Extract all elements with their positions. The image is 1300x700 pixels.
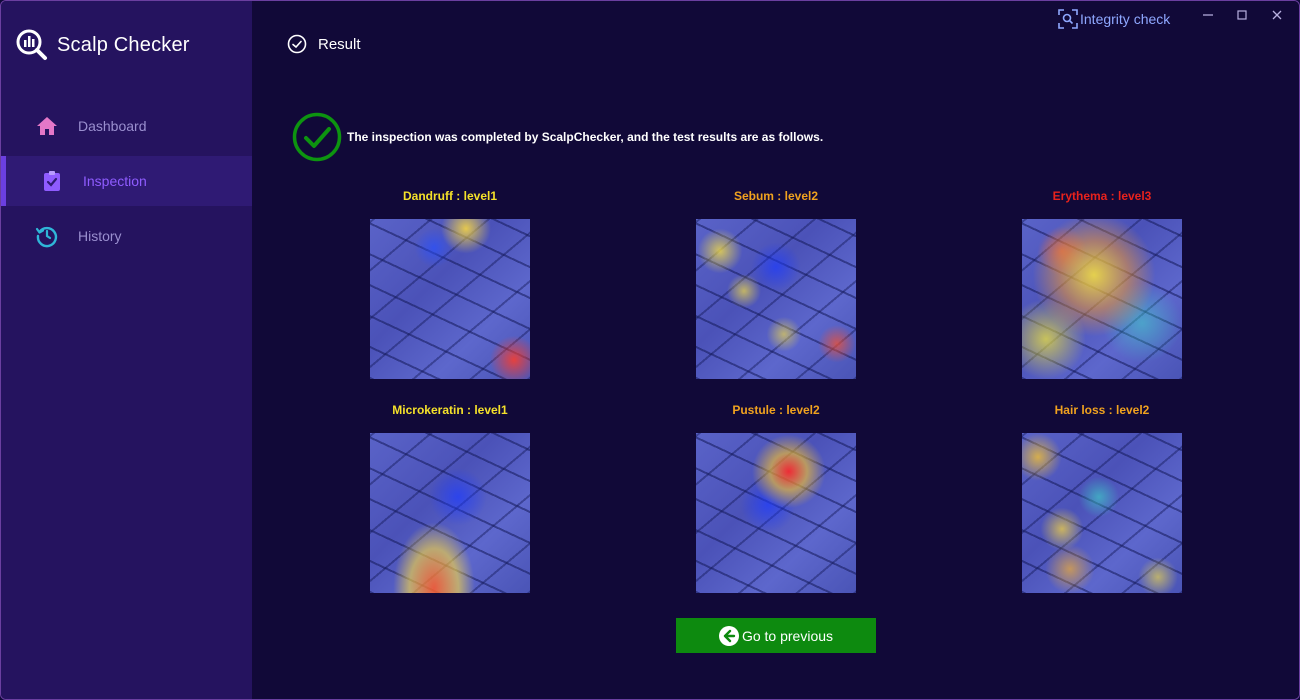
result-card-sebum: Sebum : level2: [656, 187, 896, 379]
result-card-pustule: Pustule : level2: [656, 401, 896, 593]
result-label: Hair loss : level2: [1054, 403, 1150, 417]
integrity-check-label: Integrity check: [1080, 11, 1171, 27]
sidebar-item-history[interactable]: History: [1, 211, 252, 261]
sidebar-item-dashboard[interactable]: Dashboard: [1, 101, 252, 151]
close-button[interactable]: [1265, 6, 1289, 24]
arrow-left-circle-icon: [718, 625, 739, 646]
minimize-button[interactable]: [1196, 6, 1220, 24]
sidebar: Scalp Checker Dashboard Inspection Histo…: [1, 1, 252, 699]
check-circle-icon: [287, 34, 307, 54]
brand: Scalp Checker: [16, 29, 190, 61]
heatmap-image: [1022, 219, 1182, 379]
sidebar-item-label: History: [78, 228, 122, 244]
scan-search-icon: [1058, 9, 1078, 29]
result-label: Sebum : level2: [733, 189, 819, 203]
history-icon: [35, 224, 59, 248]
minimize-icon: [1203, 14, 1213, 16]
result-card-microkeratin: Microkeratin : level1: [330, 401, 570, 593]
go-to-previous-label: Go to previous: [741, 627, 834, 644]
integrity-check-button[interactable]: Integrity check: [1058, 9, 1170, 29]
result-label: Pustule : level2: [732, 403, 820, 417]
result-card-dandruff: Dandruff : level1: [330, 187, 570, 379]
completion-notice: The inspection was completed by ScalpChe…: [292, 112, 823, 162]
heatmap-image: [696, 219, 856, 379]
notice-text: The inspection was completed by ScalpChe…: [347, 130, 824, 144]
result-label: Microkeratin : level1: [392, 403, 508, 417]
heatmap-image: [1022, 433, 1182, 593]
heatmap-image: [370, 219, 530, 379]
result-label: Erythema : level3: [1052, 189, 1152, 203]
heatmap-image: [370, 433, 530, 593]
maximize-button[interactable]: [1230, 6, 1254, 24]
scalp-checker-logo-icon: [16, 29, 47, 60]
sidebar-item-label: Inspection: [83, 173, 147, 189]
main-content: Result Integrity check The inspection wa…: [252, 1, 1299, 699]
sidebar-item-inspection[interactable]: Inspection: [1, 156, 252, 206]
heatmap-image: [696, 433, 856, 593]
maximize-icon: [1237, 10, 1247, 20]
clipboard-check-icon: [40, 169, 64, 193]
app-title: Scalp Checker: [57, 33, 190, 56]
result-card-hair-loss: Hair loss : level2: [982, 401, 1222, 593]
active-indicator: [1, 156, 6, 206]
go-to-previous-button[interactable]: Go to previous: [676, 618, 876, 653]
home-icon: [35, 114, 59, 138]
app-window: Scalp Checker Dashboard Inspection Histo…: [0, 0, 1300, 700]
result-label: Dandruff : level1: [402, 189, 498, 203]
result-card-erythema: Erythema : level3: [982, 187, 1222, 379]
page-header: Result: [287, 34, 361, 54]
page-title: Result: [318, 35, 361, 53]
close-icon: [1272, 10, 1282, 20]
success-check-icon: [292, 112, 342, 162]
sidebar-item-label: Dashboard: [78, 118, 147, 134]
